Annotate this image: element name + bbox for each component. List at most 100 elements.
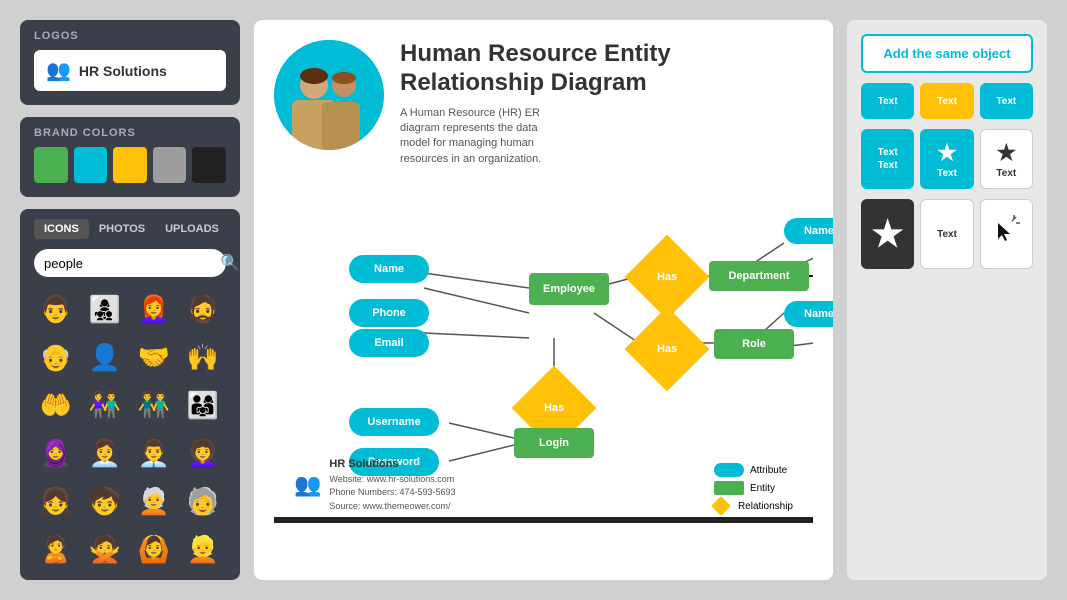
list-item[interactable]: 🤲 xyxy=(34,383,78,427)
add-same-object-button[interactable]: Add the same object xyxy=(861,34,1033,73)
object-grid-3: ★ Text xyxy=(861,199,1033,269)
list-item[interactable]: 🧒 xyxy=(83,479,127,523)
obj-cell-large-text[interactable]: Text Text xyxy=(861,129,914,189)
icons-grid: 👨 👩‍👧‍👦 👩‍🦰 🧔 👴 👤 🤝 🙌 🤲 👫 👬 👨‍👩‍👧 🧕 👩‍💼 … xyxy=(34,287,226,571)
legend-color-entity xyxy=(714,481,744,495)
icons-section: ICONS PHOTOS UPLOADS 🔍 👨 👩‍👧‍👦 👩‍🦰 🧔 👴 👤… xyxy=(20,209,240,580)
legend-label-entity: Entity xyxy=(750,483,775,494)
list-item[interactable]: 🙆 xyxy=(132,527,176,571)
legend-color-attribute xyxy=(714,463,744,477)
object-grid: Text Text Text xyxy=(861,83,1033,119)
list-item[interactable]: 🧔 xyxy=(181,287,225,331)
color-swatches xyxy=(34,147,226,183)
obj-cell-cyan-text-2[interactable]: Text xyxy=(980,83,1033,119)
company-info: HR Solutions Website: www.hr-solutions.c… xyxy=(329,456,455,513)
list-item[interactable]: 👬 xyxy=(132,383,176,427)
obj-cell-big-star[interactable]: ★ xyxy=(861,199,914,269)
brand-colors-section: BRAND COLORS xyxy=(20,117,240,197)
attr-dept-name[interactable]: Name xyxy=(784,218,833,244)
obj-cell-sublabel: Text xyxy=(878,160,898,171)
legend-label-attribute: Attribute xyxy=(750,465,787,476)
list-item[interactable]: 🙅 xyxy=(83,527,127,571)
list-item[interactable]: 🧓 xyxy=(181,479,225,523)
obj-cell-label: Text xyxy=(878,147,898,158)
entity-role[interactable]: Role xyxy=(714,329,794,359)
entity-employee[interactable]: Employee xyxy=(529,273,609,305)
brand-colors-label: BRAND COLORS xyxy=(34,127,226,139)
header-text: Human Resource EntityRelationship Diagra… xyxy=(400,40,671,167)
legend-item-relationship: Relationship xyxy=(714,499,793,513)
cursor-icon xyxy=(990,215,1022,254)
logo-item[interactable]: 👥 HR Solutions xyxy=(34,50,226,91)
attr-phone[interactable]: Phone xyxy=(349,299,429,327)
company-phone: Phone Numbers: 474-593-5693 xyxy=(329,487,455,497)
list-item[interactable]: 👧 xyxy=(34,479,78,523)
obj-cell-text-only[interactable]: Text xyxy=(920,199,973,269)
search-icon[interactable]: 🔍 xyxy=(220,253,240,273)
swatch-green[interactable] xyxy=(34,147,68,183)
diagram-description: A Human Resource (HR) ER diagram represe… xyxy=(400,106,560,168)
list-item[interactable]: 👨‍💼 xyxy=(132,431,176,475)
main-container: LOGOS 👥 HR Solutions BRAND COLORS ICONS … xyxy=(0,0,1067,600)
company-footer: 👥 HR Solutions Website: www.hr-solutions… xyxy=(294,456,456,513)
obj-cell-yellow-text[interactable]: Text xyxy=(920,83,973,119)
list-item[interactable]: 👩‍🦰 xyxy=(132,287,176,331)
list-item[interactable]: 🤝 xyxy=(132,335,176,379)
obj-cell-star-label: Text xyxy=(937,168,957,179)
list-item[interactable]: 👩‍👧‍👦 xyxy=(83,287,127,331)
list-item[interactable]: 🙎 xyxy=(34,527,78,571)
list-item[interactable]: 🙌 xyxy=(181,335,225,379)
star-outline-icon: ★ xyxy=(996,140,1016,166)
logos-label: LOGOS xyxy=(34,30,226,42)
er-diagram: Employee Has Department Has Role xyxy=(274,183,813,523)
attr-username[interactable]: Username xyxy=(349,408,439,436)
legend-item-attribute: Attribute xyxy=(714,463,793,477)
logos-section: LOGOS 👥 HR Solutions xyxy=(20,20,240,105)
diagram-footer: 👥 HR Solutions Website: www.hr-solutions… xyxy=(294,456,793,513)
legend-label-relationship: Relationship xyxy=(738,501,793,512)
obj-cell-star-outline-label: Text xyxy=(996,168,1016,179)
list-item[interactable]: 👩‍🦱 xyxy=(181,431,225,475)
diagram-content: Human Resource EntityRelationship Diagra… xyxy=(254,20,833,580)
diagram-title: Human Resource EntityRelationship Diagra… xyxy=(400,40,671,98)
company-name: HR Solutions xyxy=(329,458,398,470)
list-item[interactable]: 🧕 xyxy=(34,431,78,475)
tab-uploads[interactable]: UPLOADS xyxy=(155,219,229,239)
swatch-cyan[interactable] xyxy=(74,147,108,183)
right-panel: Add the same object Text Text Text Text … xyxy=(847,20,1047,580)
obj-cell-cyan-text-1[interactable]: Text xyxy=(861,83,914,119)
diagram-header: Human Resource EntityRelationship Diagra… xyxy=(274,40,813,167)
list-item[interactable]: 👴 xyxy=(34,335,78,379)
list-item[interactable]: 👨 xyxy=(34,287,78,331)
attr-email[interactable]: Email xyxy=(349,329,429,357)
list-item[interactable]: 👱 xyxy=(181,527,225,571)
search-box: 🔍 xyxy=(34,249,226,277)
company-source: Source: www.themeower.com/ xyxy=(329,501,450,511)
list-item[interactable]: 👩‍💼 xyxy=(83,431,127,475)
entity-login[interactable]: Login xyxy=(514,428,594,458)
search-input[interactable] xyxy=(44,256,220,271)
swatch-yellow[interactable] xyxy=(113,147,147,183)
star-filled-icon: ★ xyxy=(937,140,957,166)
relationship-has2[interactable]: Has xyxy=(625,307,710,392)
list-item[interactable]: 🧑‍🦳 xyxy=(132,479,176,523)
swatch-black[interactable] xyxy=(192,147,226,183)
logo-text: HR Solutions xyxy=(79,63,167,79)
attr-name[interactable]: Name xyxy=(349,255,429,283)
entity-department[interactable]: Department xyxy=(709,261,809,291)
company-logo-icon: 👥 xyxy=(294,472,321,498)
attr-role-name[interactable]: Name xyxy=(784,301,833,327)
list-item[interactable]: 👫 xyxy=(83,383,127,427)
obj-cell-star-outline[interactable]: ★ Text xyxy=(980,129,1033,189)
big-star-icon: ★ xyxy=(872,213,904,255)
tab-photos[interactable]: PHOTOS xyxy=(89,219,155,239)
obj-cell-star-filled[interactable]: ★ Text xyxy=(920,129,973,189)
left-panel: LOGOS 👥 HR Solutions BRAND COLORS ICONS … xyxy=(20,20,240,580)
list-item[interactable]: 👤 xyxy=(83,335,127,379)
obj-cell-cursor[interactable] xyxy=(980,199,1033,269)
swatch-gray[interactable] xyxy=(153,147,187,183)
object-grid-2: Text Text ★ Text ★ Text xyxy=(861,129,1033,189)
legend-item-entity: Entity xyxy=(714,481,793,495)
tab-icons[interactable]: ICONS xyxy=(34,219,89,239)
list-item[interactable]: 👨‍👩‍👧 xyxy=(181,383,225,427)
